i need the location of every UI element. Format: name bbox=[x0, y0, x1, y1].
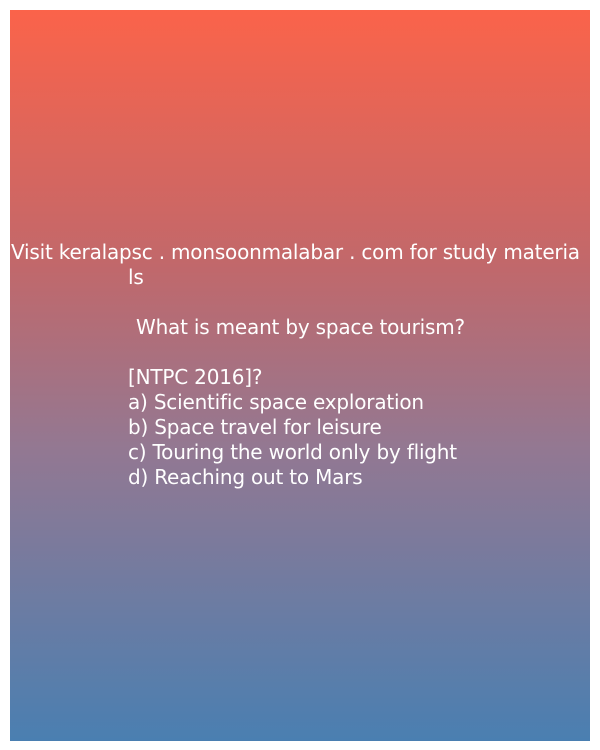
study-materials-notice-wrap: ls bbox=[128, 265, 144, 289]
question-text: What is meant by space tourism? bbox=[136, 315, 465, 339]
option-a: a) Scientific space exploration bbox=[128, 390, 424, 414]
study-materials-notice: Visit keralapsc . monsoonmalabar . com f… bbox=[11, 240, 580, 264]
exam-tag: [NTPC 2016]? bbox=[128, 365, 263, 389]
question-card: Visit keralapsc . monsoonmalabar . com f… bbox=[10, 10, 590, 741]
option-c: c) Touring the world only by flight bbox=[128, 440, 457, 464]
option-b: b) Space travel for leisure bbox=[128, 415, 382, 439]
option-d: d) Reaching out to Mars bbox=[128, 465, 363, 489]
